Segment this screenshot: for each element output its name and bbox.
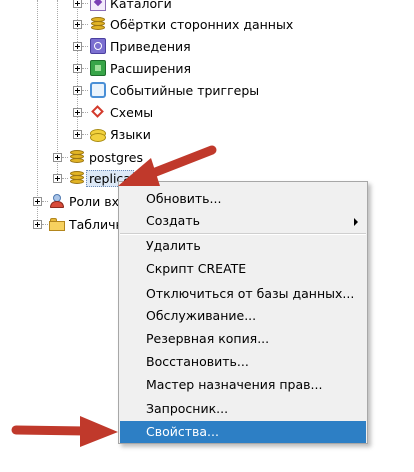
expand-toggle-event-triggers[interactable] xyxy=(73,86,82,95)
tree-node-label: Табличн xyxy=(69,216,124,232)
tree-node-login-roles[interactable]: Роли вхо xyxy=(49,191,127,211)
menu-item-delete[interactable]: Удалить xyxy=(120,235,366,257)
tree-connector xyxy=(82,46,88,47)
menu-item-create-script[interactable]: Скрипт CREATE xyxy=(120,258,366,280)
tree-node-label: Приведения xyxy=(110,38,191,54)
tree-node-label: postgres xyxy=(89,149,143,165)
login-roles-icon xyxy=(49,193,65,209)
expand-toggle-replica[interactable] xyxy=(53,174,62,183)
tree-connector xyxy=(82,24,88,25)
submenu-arrow-icon xyxy=(354,218,358,226)
tablespaces-icon xyxy=(49,216,65,232)
tree-node-casts[interactable]: Приведения xyxy=(90,36,191,56)
tree-connector xyxy=(42,201,48,202)
menu-item-query-tool[interactable]: Запросник... xyxy=(120,398,366,420)
tree-node-label: Каталоги xyxy=(110,0,172,11)
menu-item-create[interactable]: Создать xyxy=(120,210,366,232)
event-trigger-icon xyxy=(90,82,106,98)
menu-item-maintenance[interactable]: Обслуживание... xyxy=(120,305,366,327)
tree-node-extensions[interactable]: Расширения xyxy=(90,58,191,78)
expand-toggle-postgres[interactable] xyxy=(53,153,62,162)
tree-connector xyxy=(82,3,88,4)
tree-node-event-triggers[interactable]: Событийные триггеры xyxy=(90,80,259,100)
tree-node-label: Расширения xyxy=(110,60,192,76)
tree-node-languages[interactable]: Языки xyxy=(90,124,151,144)
extension-icon xyxy=(90,60,106,76)
fdw-icon xyxy=(90,16,106,32)
expand-toggle-schemas[interactable] xyxy=(73,108,82,117)
menu-item-disconnect[interactable]: Отключиться от базы данных... xyxy=(120,283,366,305)
expand-toggle-extensions[interactable] xyxy=(73,64,82,73)
expand-toggle-login-roles[interactable] xyxy=(33,197,42,206)
database-icon xyxy=(69,170,85,186)
expand-toggle-tablespaces[interactable] xyxy=(33,220,42,229)
cast-icon xyxy=(90,38,106,54)
menu-item-properties[interactable]: Свойства... xyxy=(120,421,366,443)
tree-connector xyxy=(82,68,88,69)
context-menu: Обновить... Создать Удалить Скрипт CREAT… xyxy=(118,181,368,444)
tree-connector xyxy=(62,178,68,179)
tree-connector xyxy=(82,90,88,91)
tree-node-label: Событийные триггеры xyxy=(110,82,260,98)
tree-connector xyxy=(42,224,48,225)
expand-toggle-fdw[interactable] xyxy=(73,20,82,29)
tree-connector xyxy=(82,112,88,113)
tree-node-catalogs[interactable]: Каталоги xyxy=(90,0,172,13)
language-icon xyxy=(90,126,106,142)
menu-item-refresh[interactable]: Обновить... xyxy=(120,188,366,210)
tree-guide-line xyxy=(37,0,38,224)
menu-item-label: Создать xyxy=(146,213,200,228)
expand-toggle-casts[interactable] xyxy=(73,42,82,51)
database-icon xyxy=(69,149,85,165)
tree-node-schemas[interactable]: Схемы xyxy=(90,102,153,122)
tree-node-label: Обёртки сторонних данных xyxy=(110,16,294,32)
tree-node-label: Схемы xyxy=(110,104,154,120)
tree-guide-line xyxy=(57,0,58,178)
schema-icon xyxy=(90,104,106,120)
menu-item-restore[interactable]: Восстановить... xyxy=(120,351,366,373)
expand-toggle-catalogs[interactable] xyxy=(73,0,82,8)
menu-item-backup[interactable]: Резервная копия... xyxy=(120,328,366,350)
tree-connector xyxy=(82,134,88,135)
expand-toggle-languages[interactable] xyxy=(73,130,82,139)
tree-node-fdw[interactable]: Обёртки сторонних данных xyxy=(90,14,293,34)
tree-node-postgres[interactable]: postgres xyxy=(69,147,143,167)
tree-node-tablespaces[interactable]: Табличн xyxy=(49,214,124,234)
tree-connector xyxy=(62,157,68,158)
catalog-icon xyxy=(90,0,106,11)
tree-node-label: Языки xyxy=(110,126,151,142)
menu-item-grant-wizard[interactable]: Мастер назначения прав... xyxy=(120,374,366,396)
